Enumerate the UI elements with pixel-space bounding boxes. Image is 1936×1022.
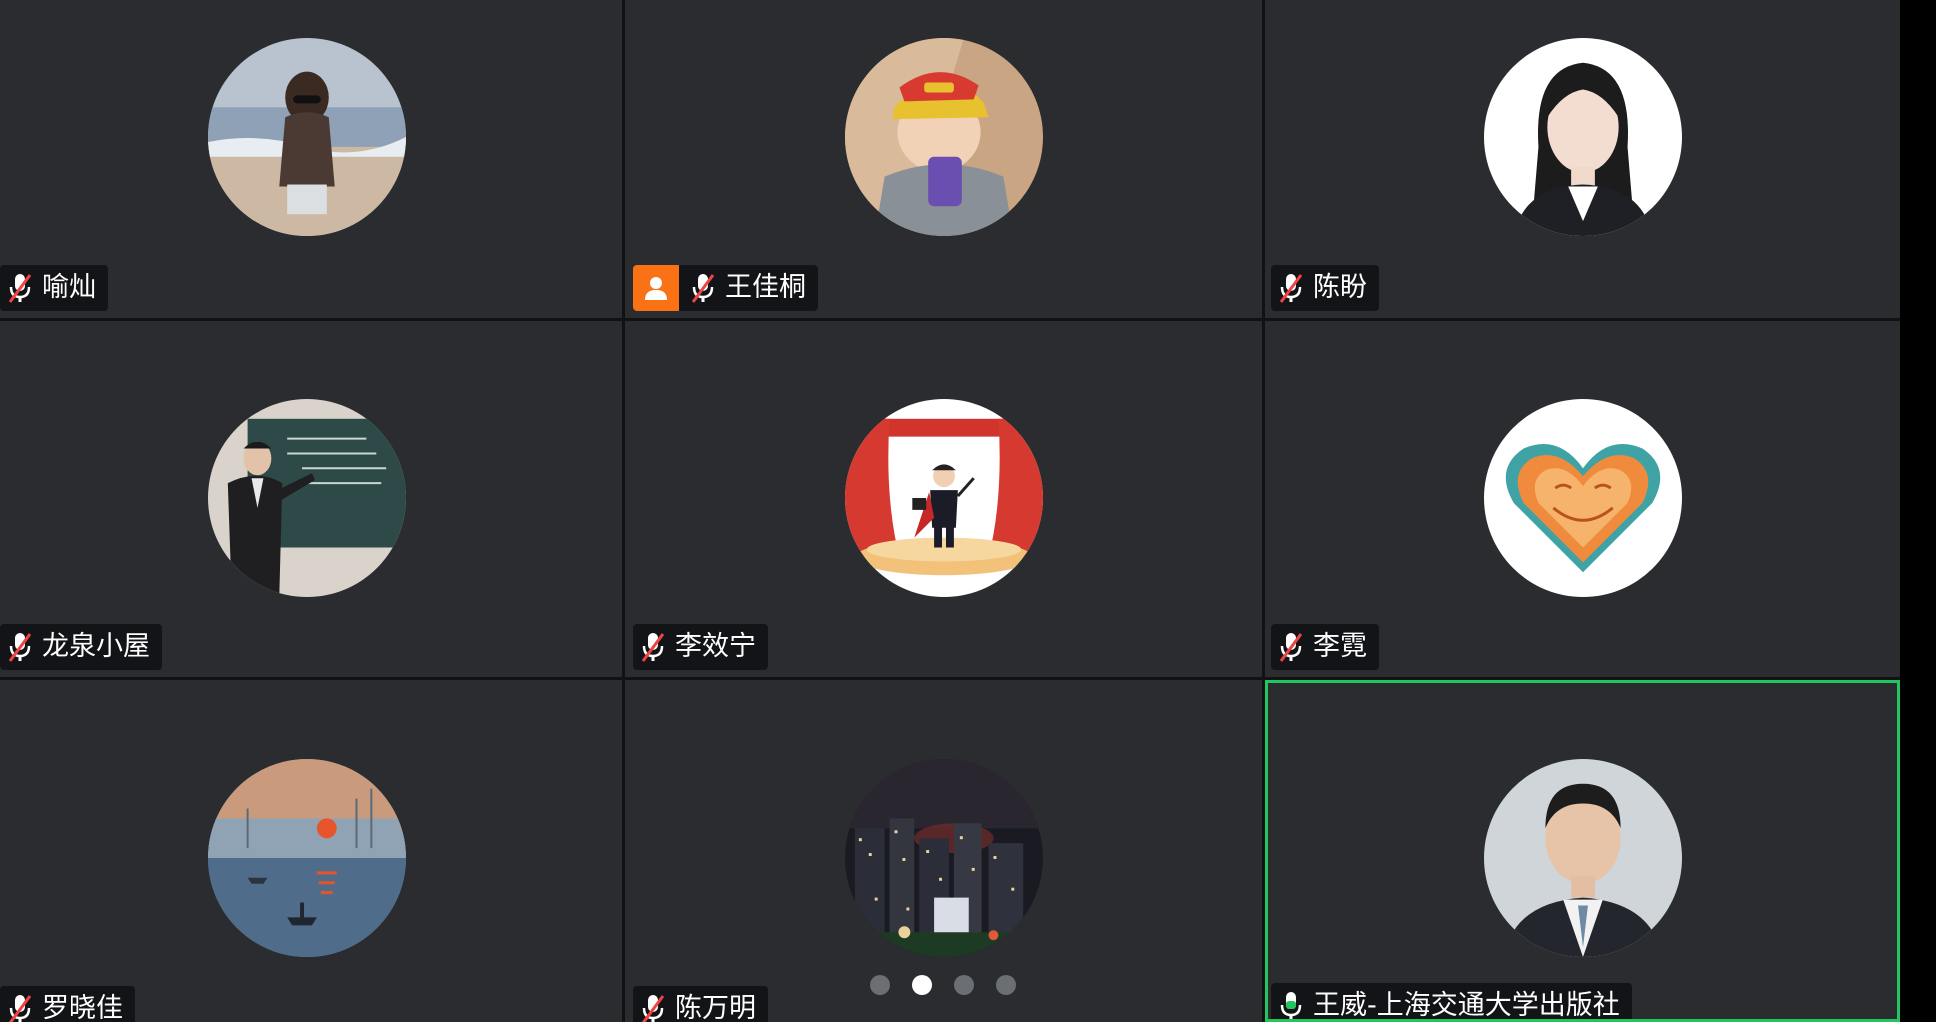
mic-on-icon bbox=[1271, 983, 1311, 1019]
participant-name-tag: 王威-上海交通大学出版社 bbox=[1271, 983, 1632, 1021]
participant-name: 陈盼 bbox=[1313, 272, 1367, 303]
participant-tile[interactable]: 陈万明 bbox=[625, 680, 1262, 1022]
active-speaker-tile[interactable]: 王威-上海交通大学出版社 bbox=[1265, 680, 1900, 1022]
mic-muted-icon bbox=[0, 265, 40, 311]
participant-grid: 喻灿 王佳桐 陈盼 龙泉小屋 李效宁 李霓 罗晓佳 陈万明 王威-上海交通大学出… bbox=[0, 0, 1900, 1022]
participant-name-tag: 李效宁 bbox=[633, 624, 768, 670]
participant-name: 喻灿 bbox=[42, 272, 96, 303]
page-dot-4[interactable] bbox=[996, 975, 1016, 995]
participant-tile[interactable]: 罗晓佳 bbox=[0, 680, 622, 1022]
participant-name: 李霓 bbox=[1313, 631, 1367, 662]
child-cap-photo-avatar bbox=[844, 38, 1043, 236]
participant-name: 龙泉小屋 bbox=[42, 631, 150, 662]
participant-tile[interactable]: 陈盼 bbox=[1265, 0, 1900, 318]
impressionist-sunrise-avatar bbox=[208, 759, 406, 957]
user-icon bbox=[633, 265, 679, 311]
participant-name: 罗晓佳 bbox=[42, 993, 123, 1022]
teacher-blackboard-avatar bbox=[208, 399, 406, 597]
mic-muted-icon bbox=[633, 624, 673, 670]
participant-name-tag: 陈盼 bbox=[1271, 265, 1379, 311]
portrait-man-avatar bbox=[1483, 759, 1682, 957]
participant-name: 李效宁 bbox=[675, 631, 756, 662]
page-indicator bbox=[870, 975, 1016, 995]
participant-name-tag: 王佳桐 bbox=[633, 265, 818, 311]
page-dot-3[interactable] bbox=[954, 975, 974, 995]
magician-stage-avatar bbox=[844, 399, 1043, 597]
participant-tile[interactable]: 喻灿 bbox=[0, 0, 622, 318]
mic-muted-icon bbox=[683, 265, 723, 311]
mic-muted-icon bbox=[0, 624, 40, 670]
participant-tile[interactable]: 李效宁 bbox=[625, 321, 1262, 677]
participant-name-tag: 李霓 bbox=[1271, 624, 1379, 670]
sun-heart-avatar bbox=[1483, 399, 1682, 597]
portrait-woman-avatar bbox=[1483, 38, 1682, 236]
page-dot-1[interactable] bbox=[870, 975, 890, 995]
participant-name-tag: 罗晓佳 bbox=[0, 986, 135, 1022]
participant-tile[interactable]: 王佳桐 bbox=[625, 0, 1262, 318]
participant-name: 王威-上海交通大学出版社 bbox=[1313, 990, 1620, 1021]
meeting-gallery-view: 喻灿 王佳桐 陈盼 龙泉小屋 李效宁 李霓 罗晓佳 陈万明 王威-上海交通大学出… bbox=[0, 0, 1936, 1022]
participant-tile[interactable]: 龙泉小屋 bbox=[0, 321, 622, 677]
participant-name: 王佳桐 bbox=[725, 272, 806, 303]
participant-name-tag: 陈万明 bbox=[633, 986, 768, 1022]
mic-muted-icon bbox=[1271, 265, 1311, 311]
participant-name-tag: 喻灿 bbox=[0, 265, 108, 311]
mic-muted-icon bbox=[633, 986, 673, 1022]
participant-tile[interactable]: 李霓 bbox=[1265, 321, 1900, 677]
page-dot-2-current[interactable] bbox=[912, 975, 932, 995]
participant-name: 陈万明 bbox=[675, 993, 756, 1022]
participant-name-tag: 龙泉小屋 bbox=[0, 624, 162, 670]
mic-muted-icon bbox=[1271, 624, 1311, 670]
night-city-avatar bbox=[844, 759, 1043, 957]
beach-photo-avatar bbox=[208, 38, 406, 236]
mic-muted-icon bbox=[0, 986, 40, 1022]
